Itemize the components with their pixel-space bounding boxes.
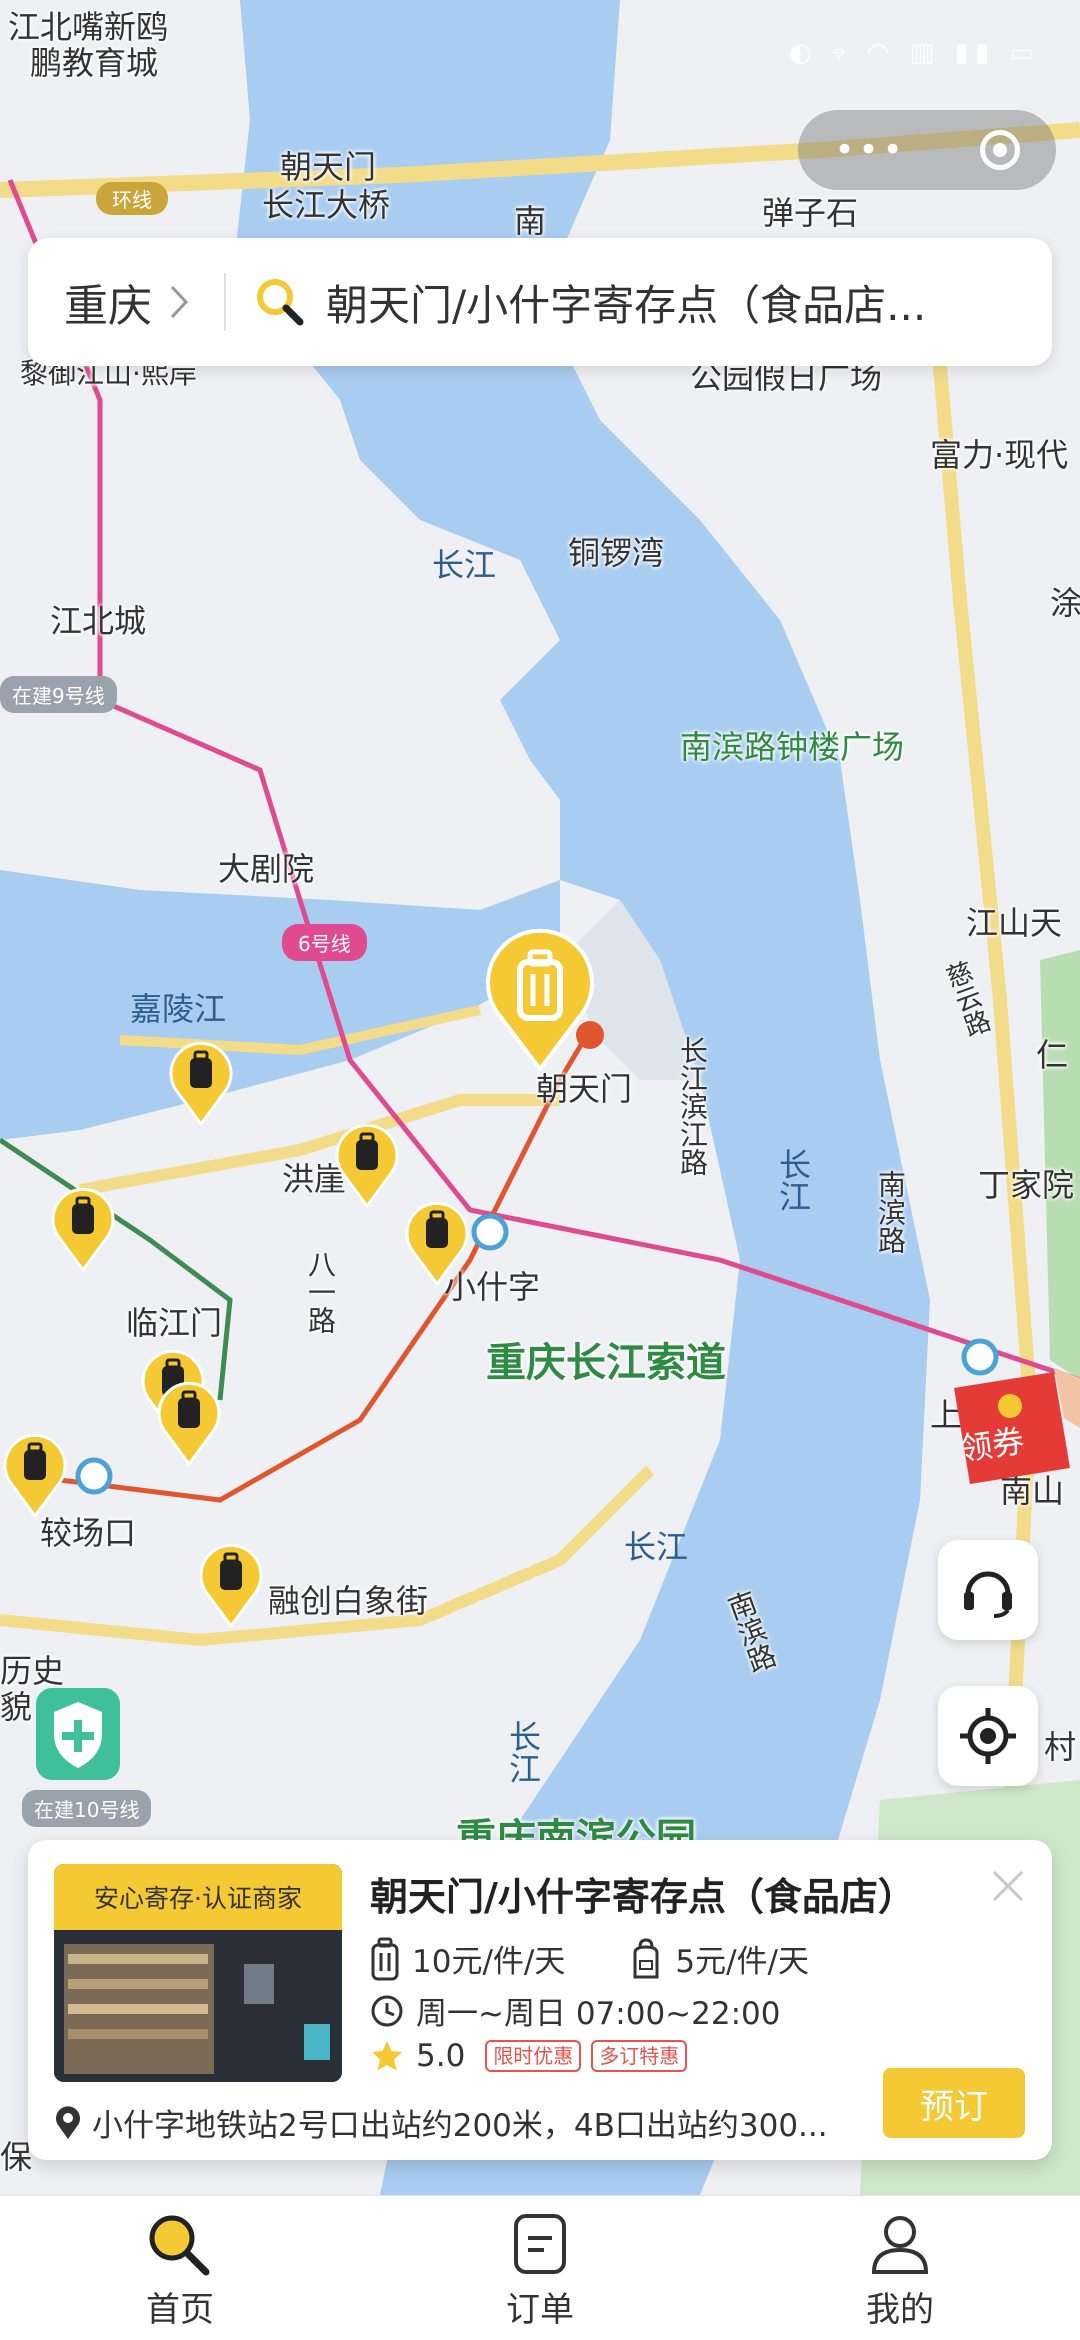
map-label: 南	[514, 202, 547, 240]
map-label: 南滨路	[874, 1170, 907, 1254]
close-icon[interactable]	[988, 1866, 1028, 1906]
map-label: 长江	[774, 1148, 812, 1212]
locate-icon	[960, 1708, 1016, 1764]
order-icon	[514, 2214, 566, 2274]
map-label: 富力·现代	[930, 436, 1069, 474]
store-photo: 安心寄存·认证商家	[54, 1864, 342, 2082]
luggage-pin[interactable]	[0, 1430, 70, 1518]
map-label: 长江	[432, 546, 497, 584]
chevron-right-icon	[170, 285, 189, 319]
line10-badge: 在建10号线	[22, 1790, 152, 1827]
map-label: 长江	[504, 1720, 542, 1784]
close-miniprogram-icon[interactable]	[979, 130, 1020, 170]
shield-plus-icon[interactable]	[36, 1688, 120, 1780]
map-label: 长江滨江路	[676, 1036, 709, 1176]
map-label: 嘉陵江	[130, 990, 227, 1028]
location-pin-icon	[56, 2105, 80, 2139]
luggage-pin[interactable]	[154, 1378, 224, 1466]
promo-tag: 限时优惠	[485, 2040, 582, 2072]
luggage-pin[interactable]	[402, 1198, 472, 1286]
luggage-pin[interactable]	[332, 1120, 402, 1208]
coupon-button[interactable]: 领券	[944, 1368, 1080, 1488]
profile-icon	[871, 2216, 929, 2274]
tab-profile[interactable]: 我的	[720, 2196, 1080, 2340]
search-bar[interactable]: 重庆 朝天门/小什字寄存点（食品店...	[28, 238, 1052, 366]
book-button[interactable]: 预订	[883, 2068, 1025, 2138]
customer-service-button[interactable]	[938, 1540, 1038, 1640]
rating-row: 5.0 限时优惠 多订特惠	[370, 2038, 688, 2074]
tab-home-label: 首页	[146, 2290, 214, 2330]
more-menu-icon[interactable]: •••	[834, 130, 906, 170]
bag-icon	[633, 1937, 659, 1978]
map-label: 弹子石	[762, 194, 859, 232]
map-label: 重庆长江索道	[486, 1340, 726, 1386]
map-label: 江山天	[966, 904, 1063, 942]
promo-tag: 多订特惠	[591, 2040, 688, 2072]
luggage-pin[interactable]	[48, 1184, 118, 1272]
ring-road-badge: 环线	[96, 182, 168, 215]
business-hours: 周一~周日 07:00~22:00	[416, 1996, 781, 2032]
selected-luggage-pin[interactable]	[480, 924, 600, 1074]
luggage-pin[interactable]	[196, 1540, 266, 1628]
search-input[interactable]: 朝天门/小什字寄存点（食品店...	[326, 272, 1016, 333]
rating-value: 5.0	[416, 2038, 466, 2074]
star-icon	[372, 2041, 402, 2071]
luggage-pin[interactable]	[166, 1038, 236, 1126]
clock-icon	[371, 1995, 403, 2026]
map-label: 丁家院	[978, 1166, 1075, 1204]
map-label: 涂	[1050, 584, 1080, 622]
map-label: 长江大桥	[262, 186, 391, 224]
line6-badge: 6号线	[282, 924, 367, 961]
map-label: 南滨路钟楼广场	[680, 728, 905, 766]
search-icon	[149, 2215, 210, 2276]
station-xiaoshizi[interactable]	[471, 1213, 509, 1251]
locate-button[interactable]	[938, 1686, 1038, 1786]
map-label: 临江门	[126, 1304, 223, 1342]
storage-point-card[interactable]: 安心寄存·认证商家 朝天门/小什字寄存点（食品店） 10元/件/天 5元/件/天…	[28, 1840, 1052, 2160]
miniprogram-capsule: •••	[798, 110, 1056, 190]
map-label: 鹏教育城	[30, 44, 159, 82]
price-large-item: 10元/件/天	[412, 1944, 566, 1980]
map-label: 八一路	[304, 1250, 337, 1334]
map-label: 仁	[1036, 1036, 1069, 1074]
address-row: 小什字地铁站2号口出站约200米，4B口出站约300...	[54, 2100, 884, 2145]
headset-icon	[964, 1571, 1012, 1618]
price-small-item: 5元/件/天	[675, 1944, 809, 1980]
tab-profile-label: 我的	[866, 2290, 934, 2330]
suitcase-icon	[371, 1937, 399, 1980]
map-label: 江北城	[50, 602, 147, 640]
station-jiaochangkou[interactable]	[75, 1457, 113, 1495]
line9-badge: 在建9号线	[0, 676, 117, 713]
search-icon	[257, 279, 304, 326]
map-label: 貌	[0, 1688, 33, 1726]
hours-row: 周一~周日 07:00~22:00	[370, 1988, 780, 2033]
certified-merchant-badge: 安心寄存·认证商家	[54, 1864, 342, 1930]
store-address: 小什字地铁站2号口出站约200米，4B口出站约300...	[92, 2108, 828, 2144]
map-label: 长江	[624, 1528, 689, 1566]
price-row: 10元/件/天 5元/件/天	[370, 1936, 809, 1981]
city-selector[interactable]: 重庆	[64, 270, 152, 334]
tab-bar: 首页 订单 我的	[0, 2195, 1080, 2340]
map-label: 大剧院	[218, 850, 315, 888]
map-label: 村	[1044, 1728, 1077, 1766]
map-label: 铜锣湾	[568, 534, 665, 572]
status-bar-icons: ◐ ⌖ ◠ ▥ ▮▮ ▭	[788, 38, 1040, 68]
tab-orders[interactable]: 订单	[360, 2196, 720, 2340]
store-title: 朝天门/小什字寄存点（食品店）	[370, 1875, 916, 1919]
tab-home[interactable]: 首页	[0, 2196, 360, 2340]
tab-orders-label: 订单	[506, 2290, 574, 2330]
map-label: 融创白象街	[268, 1582, 429, 1620]
coupon-label: 领券	[957, 1421, 1027, 1469]
search-divider	[224, 273, 226, 331]
